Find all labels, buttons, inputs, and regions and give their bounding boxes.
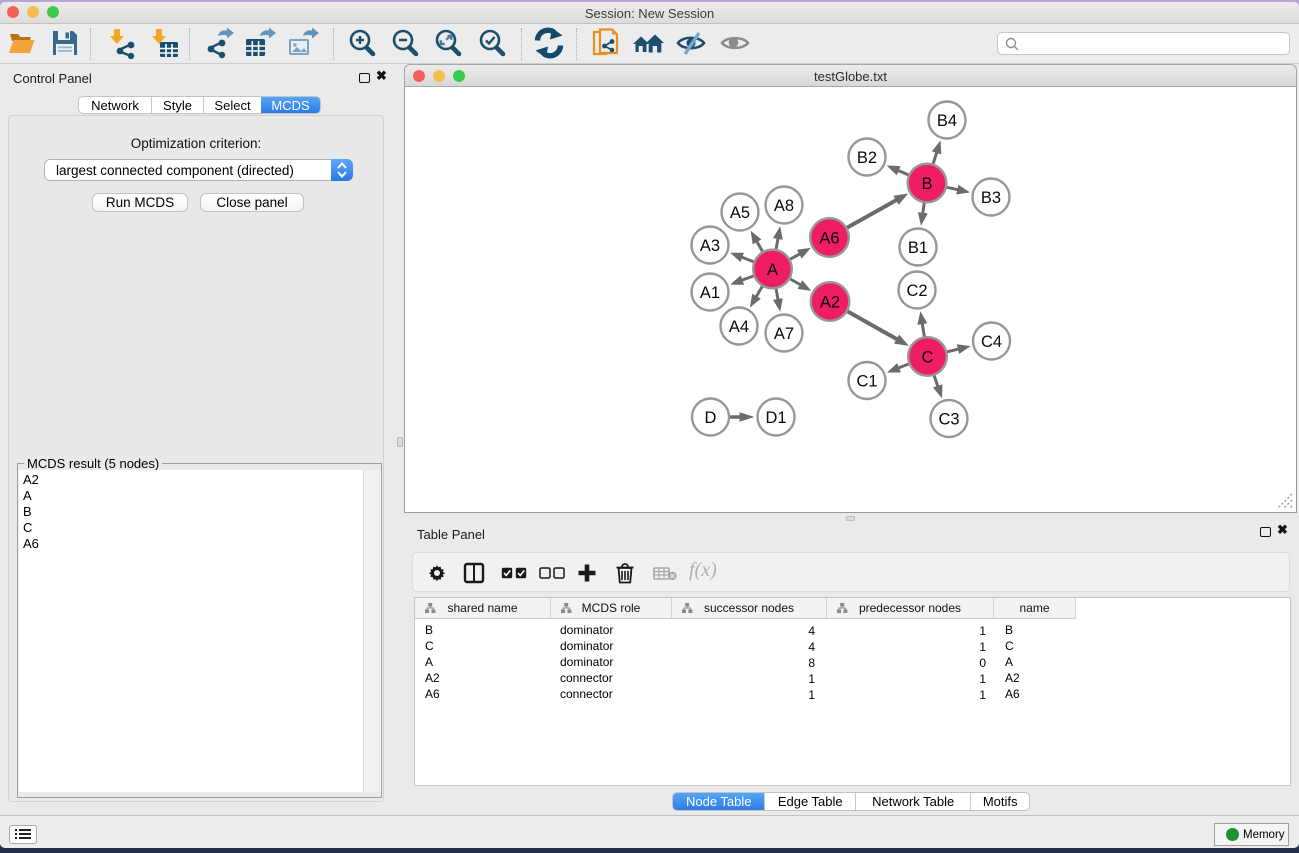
svg-text:A: A (767, 261, 778, 279)
svg-text:C1: C1 (856, 372, 877, 390)
svg-text:C4: C4 (981, 333, 1002, 351)
svg-text:C: C (922, 348, 934, 366)
svg-text:A1: A1 (700, 284, 720, 302)
svg-text:A2: A2 (820, 293, 840, 311)
svg-text:C3: C3 (938, 410, 959, 428)
svg-text:A6: A6 (819, 229, 839, 247)
svg-text:B4: B4 (937, 112, 957, 130)
svg-text:A5: A5 (730, 204, 750, 222)
svg-text:A8: A8 (774, 197, 794, 215)
svg-text:A3: A3 (700, 237, 720, 255)
svg-text:B3: B3 (981, 189, 1001, 207)
svg-text:B2: B2 (857, 149, 877, 167)
svg-text:D1: D1 (765, 409, 786, 427)
svg-text:B1: B1 (908, 239, 928, 257)
svg-text:A4: A4 (729, 318, 749, 336)
svg-text:C2: C2 (906, 282, 927, 300)
svg-text:A7: A7 (774, 325, 794, 343)
svg-text:B: B (921, 175, 932, 193)
svg-text:D: D (705, 409, 717, 427)
